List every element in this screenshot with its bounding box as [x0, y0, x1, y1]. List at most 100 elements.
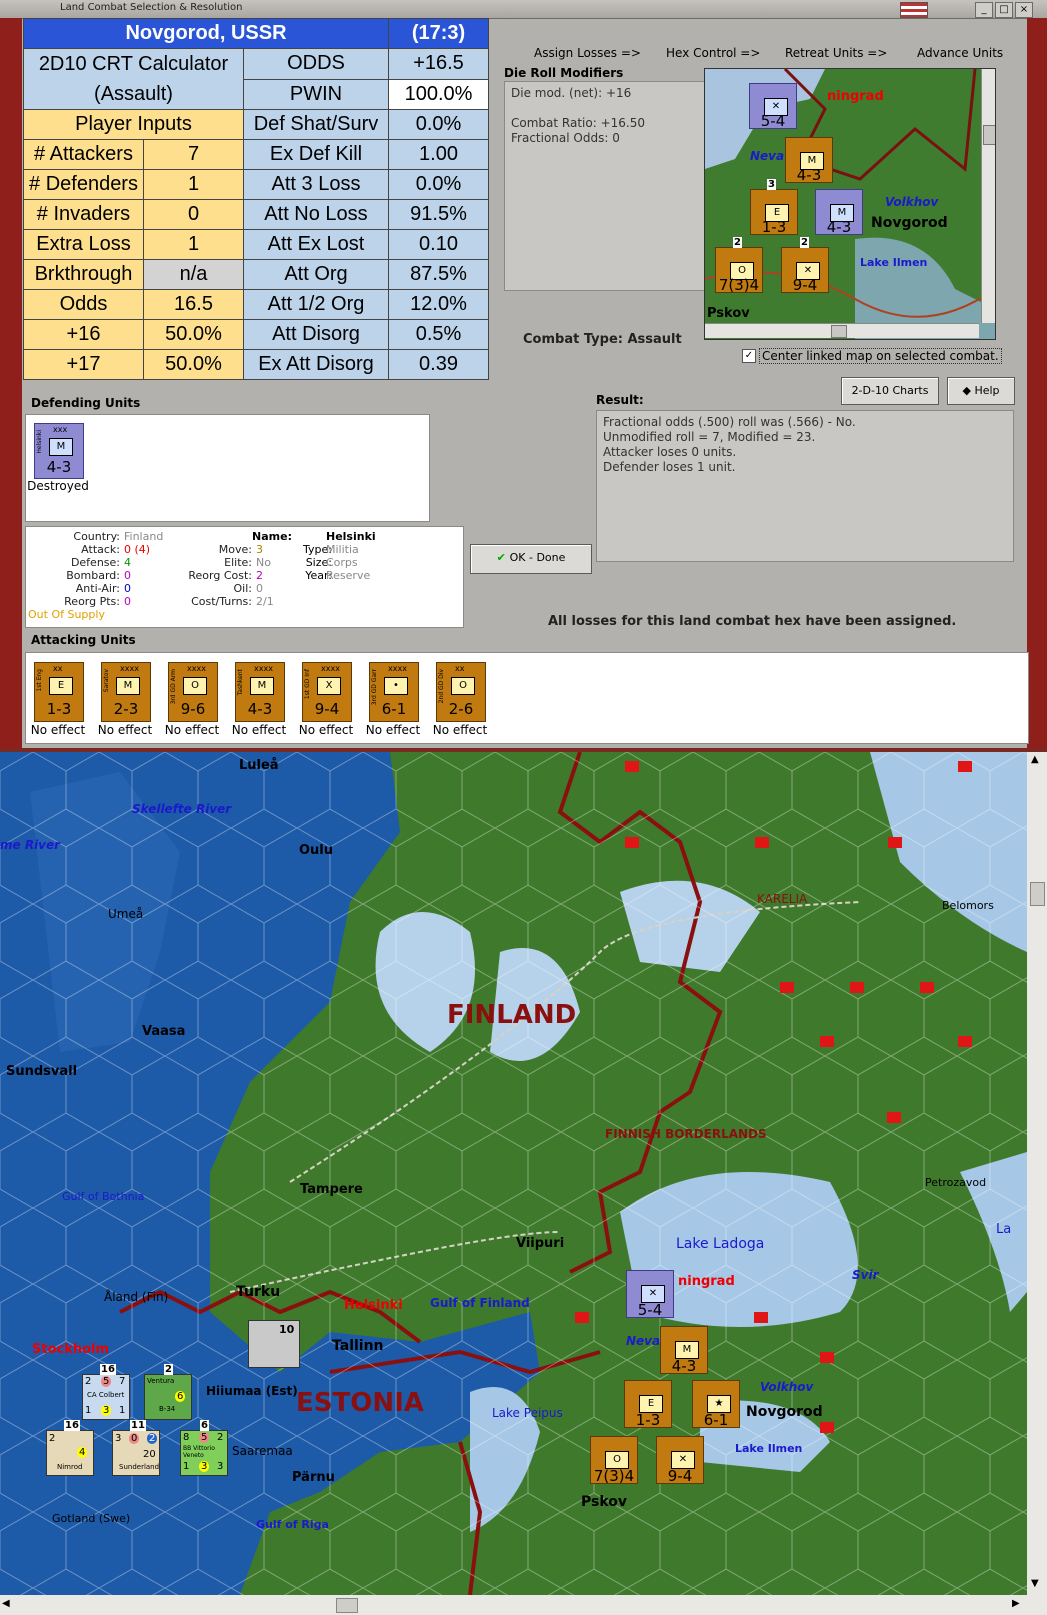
calc-title-line2: (Assault): [94, 83, 173, 105]
minimap-vscroll[interactable]: [981, 69, 995, 323]
map-unit-engineer[interactable]: E 1-3: [624, 1380, 672, 1429]
map-label: Pskov: [581, 1494, 628, 1510]
result-line: Defender loses 1 unit.: [603, 460, 736, 474]
stack-count: 10: [279, 1323, 295, 1336]
map-label: Pärnu: [292, 1470, 335, 1485]
map-label: Luleå: [239, 758, 279, 773]
stack-count: 16: [100, 1364, 116, 1375]
map-label: Viipuri: [516, 1236, 565, 1251]
minimap-unit[interactable]: E 1-3: [750, 189, 798, 236]
naval-unit-vittorio-veneto[interactable]: 852 BB Vittorio Veneto 133: [180, 1430, 228, 1476]
unit-info-labels-col1: Country: Attack: Defense: Bombard: Anti-Air:…: [64, 530, 120, 608]
calc-title: 2D10 CRT Calculator (Assault): [23, 48, 244, 110]
map-label: Svir: [852, 1268, 879, 1282]
attacking-unit-counter[interactable]: 3rd GD Arm xxxx O 9-6: [168, 662, 218, 722]
map-label: Åland (Fin): [104, 1290, 169, 1304]
scroll-right-icon[interactable]: ▶: [1012, 1598, 1020, 1609]
input-value[interactable]: 0: [143, 199, 244, 230]
ok-done-button[interactable]: ✔ OK - Done: [470, 544, 592, 574]
input-value: 50.0%: [143, 319, 244, 350]
result-value: 12.0%: [388, 289, 489, 320]
air-unit-nimrod[interactable]: 2 4 Nimrod: [46, 1430, 94, 1476]
combat-type: Combat Type: Assault: [523, 332, 682, 347]
center-linked-checkbox[interactable]: ✓: [742, 349, 756, 363]
map-label: FINLAND: [447, 1000, 577, 1030]
input-value[interactable]: 1: [143, 169, 244, 200]
map-unit-pskov-a[interactable]: O 7(3)4: [590, 1436, 638, 1485]
map-unit-novgorod[interactable]: ★ 6-1: [692, 1380, 740, 1429]
air-unit-sunderland[interactable]: 302 20 Sunderland: [112, 1430, 160, 1476]
input-label: +17: [23, 349, 144, 380]
map-label: Skellefte River: [132, 802, 232, 816]
input-label: +16: [23, 319, 144, 350]
attacking-unit-status: No effect: [298, 723, 354, 737]
attacking-unit-counter[interactable]: 3rd GD Garr xxxx • 6-1: [369, 662, 419, 722]
supply-marker-icon: [754, 1312, 768, 1323]
map-label: KARELIA: [757, 892, 808, 906]
assign-losses-link[interactable]: Assign Losses =>: [534, 46, 641, 60]
stack-count: 2: [164, 1364, 173, 1375]
result-value: 0.0%: [388, 109, 489, 140]
window-titlebar[interactable]: Land Combat Selection & Resolution: [0, 0, 1047, 19]
defending-unit-counter[interactable]: Helsinki xxx M 4-3: [34, 423, 84, 479]
infantry-icon: X: [317, 677, 341, 695]
map-horizontal-scrollbar[interactable]: ◀ ▶: [0, 1595, 1027, 1615]
minimap-unit[interactable]: O 7(3)4: [715, 247, 763, 294]
naval-unit-colbert[interactable]: 257 CA Colbert 131: [82, 1374, 130, 1420]
help-button[interactable]: ◆ Help: [947, 377, 1015, 405]
minimap-vscroll-thumb[interactable]: [983, 125, 995, 145]
map-label: La: [996, 1222, 1012, 1237]
linked-minimap[interactable]: ningrad Neva Volkhov Novgorod Lake Ilmen…: [704, 68, 996, 340]
game-map[interactable]: Luleå Skellefte River me River Oulu Umeå…: [0, 752, 1047, 1615]
attacking-unit-counter[interactable]: 1st Eng xx E 1-3: [34, 662, 84, 722]
help-icon: ◆: [962, 384, 975, 397]
map-label: FINNISH BORDERLANDS: [605, 1127, 767, 1141]
unit-size-label: xxx: [53, 425, 68, 434]
close-icon[interactable]: ×: [1015, 2, 1033, 18]
map-stack-helsinki[interactable]: 10: [248, 1320, 300, 1368]
map-unit-leningrad[interactable]: ✕ 5-4: [626, 1270, 674, 1319]
map-hscroll-thumb[interactable]: [336, 1598, 358, 1613]
input-value[interactable]: 1: [143, 229, 244, 260]
hex-control-link[interactable]: Hex Control =>: [666, 46, 760, 60]
input-label: Odds: [23, 289, 144, 320]
result-label: Att 3 Loss: [243, 169, 389, 200]
center-linked-label[interactable]: Center linked map on selected combat.: [759, 348, 1002, 364]
map-unit-pskov-b[interactable]: ✕ 9-4: [656, 1436, 704, 1485]
map-label: ningrad: [678, 1274, 735, 1289]
scroll-up-icon[interactable]: ▲: [1031, 754, 1039, 765]
result-label: Att 1/2 Org: [243, 289, 389, 320]
map-vscroll-thumb[interactable]: [1030, 882, 1045, 906]
attacking-unit-counter[interactable]: 1st GD Inf xxxx X 9-4: [302, 662, 352, 722]
minimap-hscroll-thumb[interactable]: [831, 325, 847, 338]
input-value[interactable]: 7: [143, 139, 244, 170]
modifiers-panel: Die mod. (net): +16 Combat Ratio: +16.50…: [504, 81, 716, 291]
input-value: n/a: [143, 259, 244, 290]
air-unit-ventura[interactable]: Ventura 3 6 B-34: [144, 1374, 192, 1420]
minimap-unit[interactable]: M 4-3: [815, 189, 863, 236]
minimap-unit[interactable]: ✕ 5-4: [749, 83, 797, 130]
minimize-icon[interactable]: _: [975, 2, 993, 18]
supply-marker-icon: [958, 761, 972, 772]
attacking-unit-counter[interactable]: 2nd GD Div xx O 2-6: [436, 662, 486, 722]
attacking-unit-counter[interactable]: Tashkent xxxx M 4-3: [235, 662, 285, 722]
scroll-down-icon[interactable]: ▼: [1031, 1578, 1039, 1589]
scroll-left-icon[interactable]: ◀: [2, 1598, 10, 1609]
advance-units-link[interactable]: Advance Units: [917, 46, 1003, 60]
retreat-units-link[interactable]: Retreat Units =>: [785, 46, 887, 60]
minimap-unit[interactable]: ✕ 9-4: [781, 247, 829, 294]
minimap-unit[interactable]: M 4-3: [785, 137, 833, 184]
input-label: Extra Loss: [23, 229, 144, 260]
supply-status: Out Of Supply: [28, 608, 105, 621]
map-unit-volkhov[interactable]: M 4-3: [660, 1326, 708, 1375]
minimap-hscroll[interactable]: [705, 323, 979, 338]
attacking-unit-counter[interactable]: Saratov xxxx M 2-3: [101, 662, 151, 722]
map-label: Volkhov: [760, 1380, 814, 1394]
maximize-icon[interactable]: □: [995, 2, 1013, 18]
result-panel: Fractional odds (.500) roll was (.566) -…: [596, 410, 1014, 562]
charts-button[interactable]: 2-D-10 Charts: [841, 377, 939, 405]
result-label: Def Shat/Surv: [243, 109, 389, 140]
result-label: Att Disorg: [243, 319, 389, 350]
window-frame-right: [1027, 18, 1047, 748]
map-vertical-scrollbar[interactable]: ▲ ▼: [1027, 752, 1047, 1615]
